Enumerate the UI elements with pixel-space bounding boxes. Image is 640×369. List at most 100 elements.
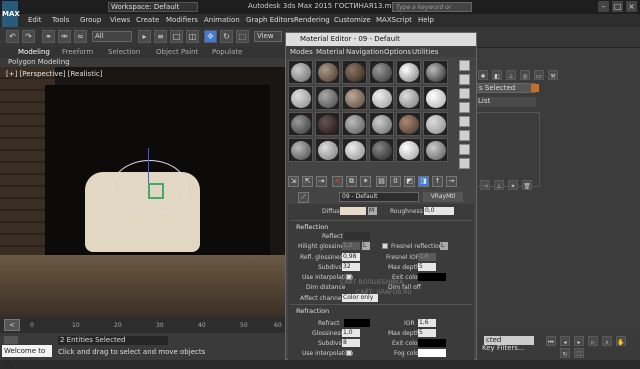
material-slot[interactable] xyxy=(423,112,448,136)
next-frame-icon[interactable]: ▹ xyxy=(588,336,598,346)
menu-tools[interactable]: Tools xyxy=(52,16,69,24)
put-to-scene-icon[interactable]: ⇱ xyxy=(302,176,313,187)
material-slot[interactable] xyxy=(369,86,394,110)
play-icon[interactable]: ▸ xyxy=(574,336,584,346)
material-slot[interactable] xyxy=(396,86,421,110)
modifier-list-dropdown[interactable]: List xyxy=(476,97,536,107)
menu-animation[interactable]: Animation xyxy=(204,16,240,24)
sample-type-icon[interactable] xyxy=(459,60,470,71)
refl-exit-color-swatch[interactable] xyxy=(418,273,446,281)
make-preview-icon[interactable] xyxy=(459,130,470,141)
reset-map-icon[interactable]: ✕ xyxy=(332,176,343,187)
maximize-button[interactable]: □ xyxy=(612,1,623,12)
tab-populate[interactable]: Populate xyxy=(212,48,242,56)
fresnel-lock-button[interactable]: L xyxy=(440,242,448,250)
material-slot[interactable] xyxy=(288,86,313,110)
selection-filter-dropdown[interactable]: All xyxy=(92,31,132,42)
material-slot[interactable] xyxy=(423,60,448,84)
maximize-viewport-icon[interactable]: ⛶ xyxy=(574,348,584,358)
gizmo-z-axis[interactable] xyxy=(148,148,149,188)
material-slot[interactable] xyxy=(396,60,421,84)
minimize-button[interactable]: – xyxy=(598,1,609,12)
gizmo-plane-handle[interactable] xyxy=(148,183,164,199)
undo-icon[interactable]: ↶ xyxy=(6,30,19,43)
menu-graph-editors[interactable]: Graph Editors xyxy=(246,16,294,24)
make-copy-icon[interactable]: ⧉ xyxy=(346,176,357,187)
object-color-swatch[interactable] xyxy=(531,84,539,92)
remove-modifier-icon[interactable]: 🗑 xyxy=(522,180,532,190)
me-menu-material[interactable]: Material xyxy=(316,48,344,56)
put-to-library-icon[interactable]: ▤ xyxy=(376,176,387,187)
material-slot[interactable] xyxy=(315,86,340,110)
workspace-dropdown[interactable]: Workspace: Default xyxy=(108,2,198,12)
menu-views[interactable]: Views xyxy=(110,16,130,24)
menu-maxscript[interactable]: MAXScript xyxy=(376,16,412,24)
unlink-icon[interactable]: ⚮ xyxy=(58,30,71,43)
material-type-button[interactable]: VRayMtl xyxy=(423,192,463,202)
show-end-result-mtl-icon[interactable]: ◨ xyxy=(418,176,429,187)
refr-subdivs-spinner[interactable]: 8 xyxy=(342,339,360,347)
select-rotate-icon[interactable]: ↻ xyxy=(220,30,233,43)
pan-icon[interactable]: ✋ xyxy=(616,336,626,346)
select-by-material-icon[interactable] xyxy=(459,158,470,169)
go-to-parent-icon[interactable]: ↑ xyxy=(432,176,443,187)
tab-object-paint[interactable]: Object Paint xyxy=(156,48,198,56)
reflect-color-swatch[interactable] xyxy=(344,232,370,240)
select-by-name-icon[interactable]: ≡ xyxy=(154,30,167,43)
material-slot[interactable] xyxy=(342,86,367,110)
menu-help[interactable]: Help xyxy=(418,16,434,24)
make-unique-icon[interactable]: ✶ xyxy=(508,180,518,190)
menu-customize[interactable]: Customize xyxy=(334,16,371,24)
material-slot[interactable] xyxy=(396,138,421,162)
backlight-icon[interactable] xyxy=(459,74,470,85)
material-id-channel-icon[interactable]: 0 xyxy=(390,176,401,187)
ior-spinner[interactable]: 1,6 xyxy=(418,319,436,327)
app-logo-button[interactable]: MAX xyxy=(2,1,20,27)
fresnel-checkbox[interactable] xyxy=(382,243,388,249)
hilight-lock-button[interactable]: L xyxy=(362,242,370,250)
get-material-icon[interactable]: ⇲ xyxy=(288,176,299,187)
material-slot[interactable] xyxy=(342,60,367,84)
selected-name-field[interactable]: s Selected xyxy=(476,83,536,93)
pick-material-icon[interactable]: ⟋ xyxy=(298,192,309,203)
modifier-stack[interactable] xyxy=(476,112,540,187)
me-menu-navigation[interactable]: Navigation xyxy=(346,48,384,56)
create-tab-icon[interactable]: ✱ xyxy=(478,70,488,80)
refr-max-depth-spinner[interactable]: 5 xyxy=(418,329,436,337)
fog-color-swatch[interactable] xyxy=(418,349,446,357)
link-icon[interactable]: ⚭ xyxy=(42,30,55,43)
menu-rendering[interactable]: Rendering xyxy=(294,16,330,24)
refl-glossiness-spinner[interactable]: 0,98 xyxy=(342,253,360,261)
me-menu-utilities[interactable]: Utilities xyxy=(412,48,438,56)
redo-icon[interactable]: ↷ xyxy=(22,30,35,43)
material-slot[interactable] xyxy=(396,112,421,136)
material-slot[interactable] xyxy=(315,60,340,84)
refr-use-interpolation-checkbox[interactable] xyxy=(346,350,352,356)
material-slot[interactable] xyxy=(369,138,394,162)
material-slot[interactable] xyxy=(315,112,340,136)
tab-freeform[interactable]: Freeform xyxy=(62,48,93,56)
viewport-label[interactable]: [+] [Perspective] [Realistic] xyxy=(6,70,102,78)
hierarchy-tab-icon[interactable]: ⊥ xyxy=(506,70,516,80)
utilities-tab-icon[interactable]: ⚒ xyxy=(548,70,558,80)
material-slot[interactable] xyxy=(342,138,367,162)
fresnel-ior-spinner[interactable]: 1,6 xyxy=(418,253,436,261)
display-tab-icon[interactable]: ▭ xyxy=(534,70,544,80)
me-menu-options[interactable]: Options xyxy=(384,48,411,56)
background-icon[interactable] xyxy=(459,88,470,99)
menu-create[interactable]: Create xyxy=(136,16,159,24)
show-map-viewport-icon[interactable]: ◩ xyxy=(404,176,415,187)
modify-tab-icon[interactable]: ◧ xyxy=(492,70,502,80)
refr-exit-color-swatch[interactable] xyxy=(418,339,446,347)
tab-selection[interactable]: Selection xyxy=(108,48,140,56)
rect-selection-icon[interactable]: □ xyxy=(170,30,183,43)
bind-spacewarp-icon[interactable]: ≈ xyxy=(74,30,87,43)
material-editor-title[interactable]: Material Editor - 09 - Default xyxy=(286,33,476,46)
refract-color-swatch[interactable] xyxy=(344,319,370,327)
maxscript-mini-button[interactable] xyxy=(4,336,18,344)
refl-max-depth-spinner[interactable]: 5 xyxy=(418,263,436,271)
options-icon[interactable] xyxy=(459,144,470,155)
time-slider-handle[interactable]: < xyxy=(4,319,20,331)
reference-coord-dropdown[interactable]: View xyxy=(254,31,282,42)
material-slot[interactable] xyxy=(369,60,394,84)
